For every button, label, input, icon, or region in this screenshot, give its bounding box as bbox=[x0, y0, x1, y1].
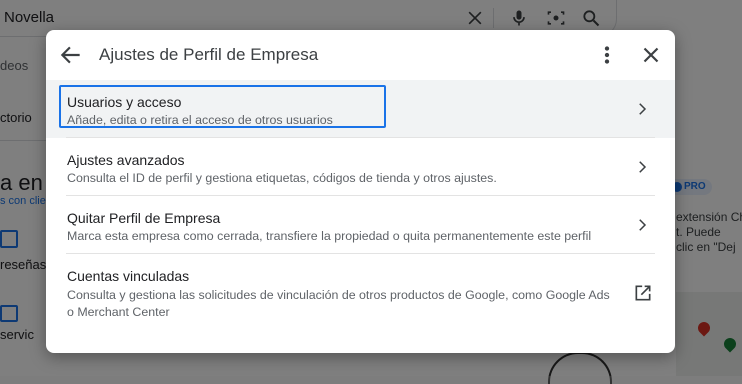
menu-item-title: Ajustes avanzados bbox=[67, 152, 185, 168]
settings-menu: Usuarios y acceso Añade, edita o retira … bbox=[46, 80, 675, 334]
close-icon[interactable] bbox=[638, 42, 664, 68]
open-in-new-icon[interactable] bbox=[633, 283, 653, 303]
menu-item-title: Usuarios y acceso bbox=[67, 94, 182, 110]
menu-item-remove-profile[interactable]: Quitar Perfil de Empresa Marca esta empr… bbox=[46, 196, 675, 254]
back-arrow-icon[interactable] bbox=[58, 42, 84, 68]
menu-item-description: Añade, edita o retira el acceso de otros… bbox=[67, 113, 333, 127]
menu-item-users-access[interactable]: Usuarios y acceso Añade, edita o retira … bbox=[46, 80, 675, 138]
menu-item-linked-accounts[interactable]: Cuentas vinculadas Consulta y gestiona l… bbox=[46, 254, 675, 334]
chevron-right-icon bbox=[639, 161, 647, 173]
menu-item-title: Cuentas vinculadas bbox=[67, 268, 190, 284]
menu-item-title: Quitar Perfil de Empresa bbox=[67, 210, 221, 226]
menu-item-advanced-settings[interactable]: Ajustes avanzados Consulta el ID de perf… bbox=[46, 138, 675, 196]
dialog-header: Ajustes de Perfil de Empresa bbox=[46, 30, 675, 80]
dialog-title: Ajustes de Perfil de Empresa bbox=[99, 45, 319, 64]
chevron-right-icon bbox=[639, 103, 647, 115]
chevron-right-icon bbox=[639, 219, 647, 231]
menu-item-description: Marca esta empresa como cerrada, transfi… bbox=[67, 229, 592, 243]
business-profile-settings-dialog: Ajustes de Perfil de Empresa Usuarios y … bbox=[46, 30, 675, 353]
menu-item-description: Consulta y gestiona las solicitudes de v… bbox=[67, 288, 610, 319]
more-vert-icon[interactable] bbox=[594, 42, 620, 68]
menu-item-description: Consulta el ID de perfil y gestiona etiq… bbox=[67, 171, 497, 185]
